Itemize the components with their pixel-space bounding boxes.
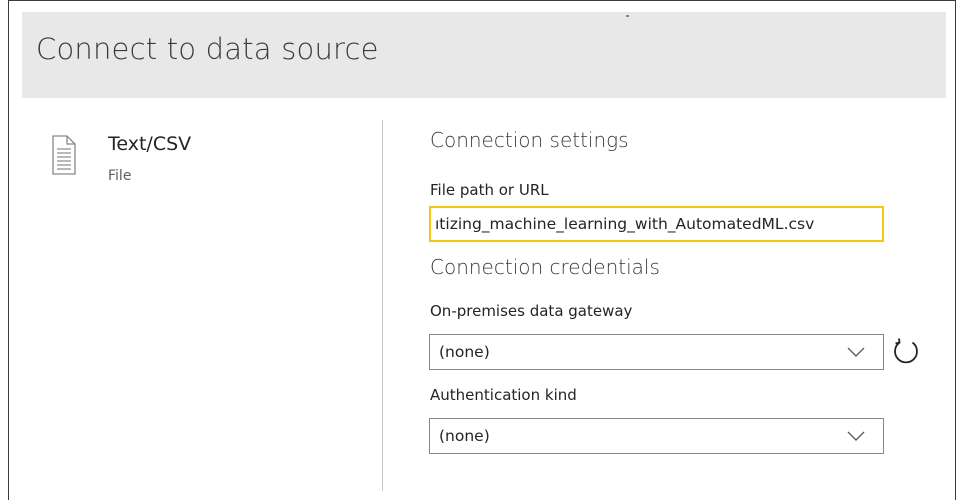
connection-credentials-title: Connection credentials (430, 255, 660, 279)
refresh-icon[interactable] (891, 337, 921, 367)
source-type: File (108, 168, 132, 184)
gateway-label: On-premises data gateway (430, 302, 633, 320)
file-path-input[interactable]: ıtizing_machine_learning_with_AutomatedM… (429, 206, 884, 242)
auth-kind-label: Authentication kind (430, 386, 577, 404)
chevron-down-icon (847, 347, 865, 357)
gateway-selected-value: (none) (439, 343, 490, 361)
document-icon (52, 135, 76, 175)
file-path-label: File path or URL (430, 181, 549, 199)
auth-kind-selected-value: (none) (439, 427, 490, 445)
auth-kind-select[interactable]: (none) (429, 418, 884, 454)
panel-divider (382, 120, 383, 491)
connection-settings-title: Connection settings (430, 128, 629, 152)
chevron-down-icon (847, 431, 865, 441)
source-name: Text/CSV (108, 133, 192, 155)
dialog-title: Connect to data source (36, 32, 379, 66)
gateway-select[interactable]: (none) (429, 334, 884, 370)
dialog-header: Connect to data source (22, 12, 946, 98)
header-mark (626, 15, 629, 17)
